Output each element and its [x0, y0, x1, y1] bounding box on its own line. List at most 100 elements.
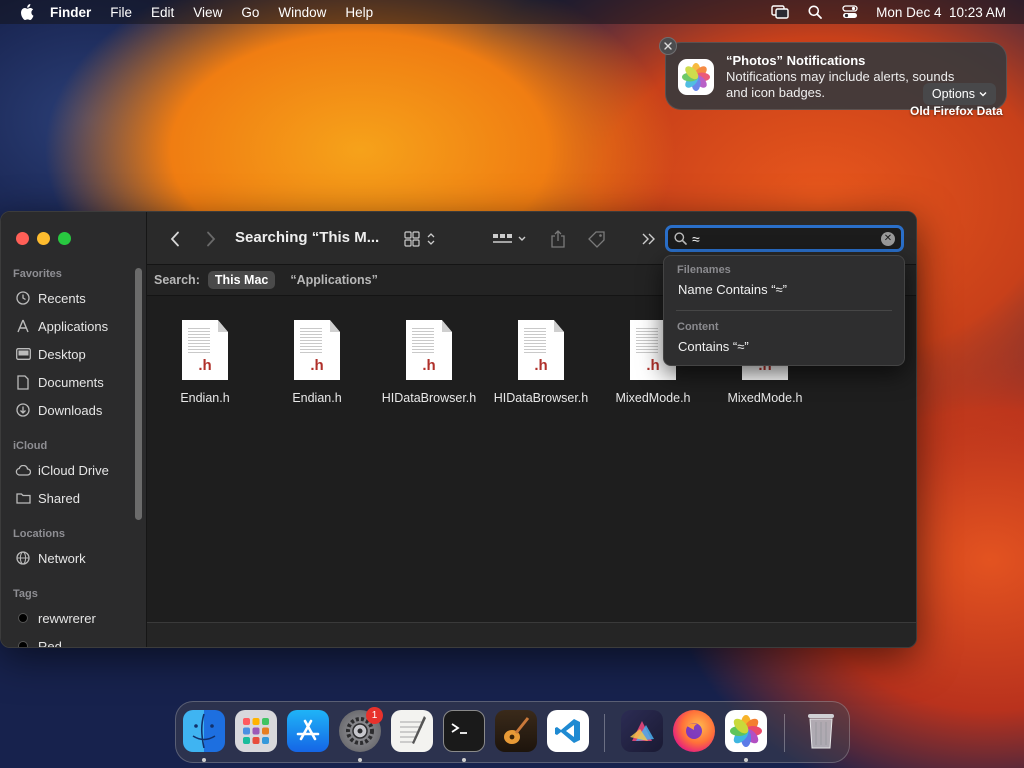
close-icon	[664, 42, 672, 50]
menu-view[interactable]: View	[193, 5, 222, 20]
photos-dock-icon[interactable]	[725, 710, 767, 752]
vscode-app-icon[interactable]	[547, 710, 589, 752]
suggestion-section-content: Content	[677, 321, 719, 333]
running-indicator	[202, 758, 206, 762]
dock-separator	[784, 714, 785, 752]
tag-button[interactable]	[586, 228, 608, 250]
toolbar-overflow-button[interactable]	[640, 228, 658, 250]
scope-this-mac[interactable]: This Mac	[207, 271, 276, 289]
spotlight-search-icon[interactable]	[806, 3, 824, 21]
tag-icon	[588, 231, 605, 248]
sidebar-item-label: Applications	[38, 318, 109, 334]
header-file-icon: .h	[406, 320, 452, 380]
finder-app-icon[interactable]	[183, 710, 225, 752]
suggestion-name-contains[interactable]: Name Contains “≈”	[678, 282, 787, 297]
menu-edit[interactable]: Edit	[151, 5, 174, 20]
launchpad-app-icon[interactable]	[235, 710, 277, 752]
sidebar-section-locations: Locations	[13, 528, 65, 540]
menu-file[interactable]: File	[110, 5, 132, 20]
suggestion-content-contains[interactable]: Contains “≈”	[678, 339, 749, 354]
notification-title: “Photos” Notifications	[726, 53, 866, 68]
sidebar-item-label: Shared	[38, 490, 80, 506]
header-file-icon: .h	[518, 320, 564, 380]
file-name: HIDataBrowser.h	[381, 391, 477, 405]
share-icon	[551, 230, 565, 248]
firefox-app-icon[interactable]	[673, 710, 715, 752]
running-indicator	[358, 758, 362, 762]
sidebar-item-tag-rewwrerer[interactable]: rewwrerer	[13, 607, 133, 629]
garageband-app-icon[interactable]	[495, 710, 537, 752]
close-window-button[interactable]	[16, 232, 29, 245]
app-store-icon[interactable]	[287, 710, 329, 752]
trash-icon[interactable]	[800, 710, 842, 752]
file-item[interactable]: .h HIDataBrowser.h	[374, 320, 484, 405]
menu-go[interactable]: Go	[241, 5, 259, 20]
share-button[interactable]	[548, 228, 568, 250]
file-name: Endian.h	[180, 391, 230, 405]
scope-applications[interactable]: “Applications”	[283, 271, 385, 289]
double-chevron-right-icon	[642, 233, 655, 245]
sidebar-item-label: Recents	[38, 290, 86, 306]
file-item[interactable]: .h Endian.h	[150, 320, 260, 405]
sidebar-item-applications[interactable]: Applications	[13, 315, 133, 337]
search-field[interactable]: ≈ ✕	[665, 225, 904, 252]
sidebar-item-downloads[interactable]: Downloads	[13, 399, 133, 421]
chevron-down-icon	[979, 92, 987, 97]
sidebar-item-documents[interactable]: Documents	[13, 371, 133, 393]
control-center-icon[interactable]	[841, 3, 859, 21]
file-name: MixedMode.h	[615, 391, 691, 405]
file-item[interactable]: .h Endian.h	[262, 320, 372, 405]
sidebar-item-label: Documents	[38, 374, 104, 390]
clear-search-icon[interactable]: ✕	[881, 231, 895, 246]
sidebar-scrollbar[interactable]	[135, 268, 142, 520]
shared-folder-icon	[13, 490, 33, 506]
sidebar-section-icloud: iCloud	[13, 440, 48, 452]
sidebar-item-desktop[interactable]: Desktop	[13, 343, 133, 365]
file-name: HIDataBrowser.h	[493, 391, 589, 405]
file-item[interactable]: .h HIDataBrowser.h	[486, 320, 596, 405]
desktop-item-label[interactable]: Old Firefox Data	[910, 104, 1003, 118]
search-input[interactable]: ≈	[692, 231, 881, 247]
sidebar-item-recents[interactable]: Recents	[13, 287, 133, 309]
globe-icon	[13, 550, 33, 566]
chevron-left-icon	[170, 231, 179, 247]
notification-options-button[interactable]: Options	[922, 83, 996, 105]
running-indicator	[462, 758, 466, 762]
affinity-app-icon[interactable]	[621, 710, 663, 752]
suggestion-divider	[676, 310, 892, 311]
menubar-clock[interactable]: Mon Dec 4 10:23 AM	[876, 5, 1006, 20]
menu-window[interactable]: Window	[278, 5, 326, 20]
sidebar-item-label: Red	[38, 638, 62, 648]
back-button[interactable]	[165, 228, 185, 250]
sidebar-item-label: rewwrerer	[38, 610, 96, 626]
finder-sidebar: Favorites Recents Applications Desktop D…	[1, 212, 147, 648]
sidebar-item-tag-red[interactable]: Red	[13, 635, 133, 648]
terminal-app-icon[interactable]	[443, 710, 485, 752]
view-mode-button[interactable]	[403, 228, 439, 250]
menu-finder[interactable]: Finder	[50, 5, 91, 20]
search-icon	[668, 232, 692, 245]
desktop-icon	[13, 346, 33, 362]
cloud-icon	[13, 462, 33, 478]
screen-mirroring-icon[interactable]	[771, 3, 789, 21]
photos-notification[interactable]: “Photos” Notifications Notifications may…	[659, 37, 1007, 110]
minimize-window-button[interactable]	[37, 232, 50, 245]
apple-menu-icon[interactable]	[18, 3, 36, 21]
running-indicator	[744, 758, 748, 762]
sidebar-item-label: Desktop	[38, 346, 86, 362]
menu-help[interactable]: Help	[345, 5, 373, 20]
sidebar-item-icloud-drive[interactable]: iCloud Drive	[13, 459, 133, 481]
group-by-button[interactable]	[491, 228, 529, 250]
sidebar-item-shared[interactable]: Shared	[13, 487, 133, 509]
forward-button[interactable]	[201, 228, 221, 250]
tag-dot-icon	[13, 638, 33, 647]
sidebar-item-label: iCloud Drive	[38, 462, 109, 478]
notification-close-button[interactable]	[659, 37, 677, 55]
header-file-icon: .h	[294, 320, 340, 380]
zoom-window-button[interactable]	[58, 232, 71, 245]
file-name: MixedMode.h	[727, 391, 803, 405]
window-title: Searching “This M...	[235, 229, 380, 246]
options-label: Options	[931, 87, 975, 101]
textedit-app-icon[interactable]	[391, 710, 433, 752]
sidebar-item-network[interactable]: Network	[13, 547, 133, 569]
